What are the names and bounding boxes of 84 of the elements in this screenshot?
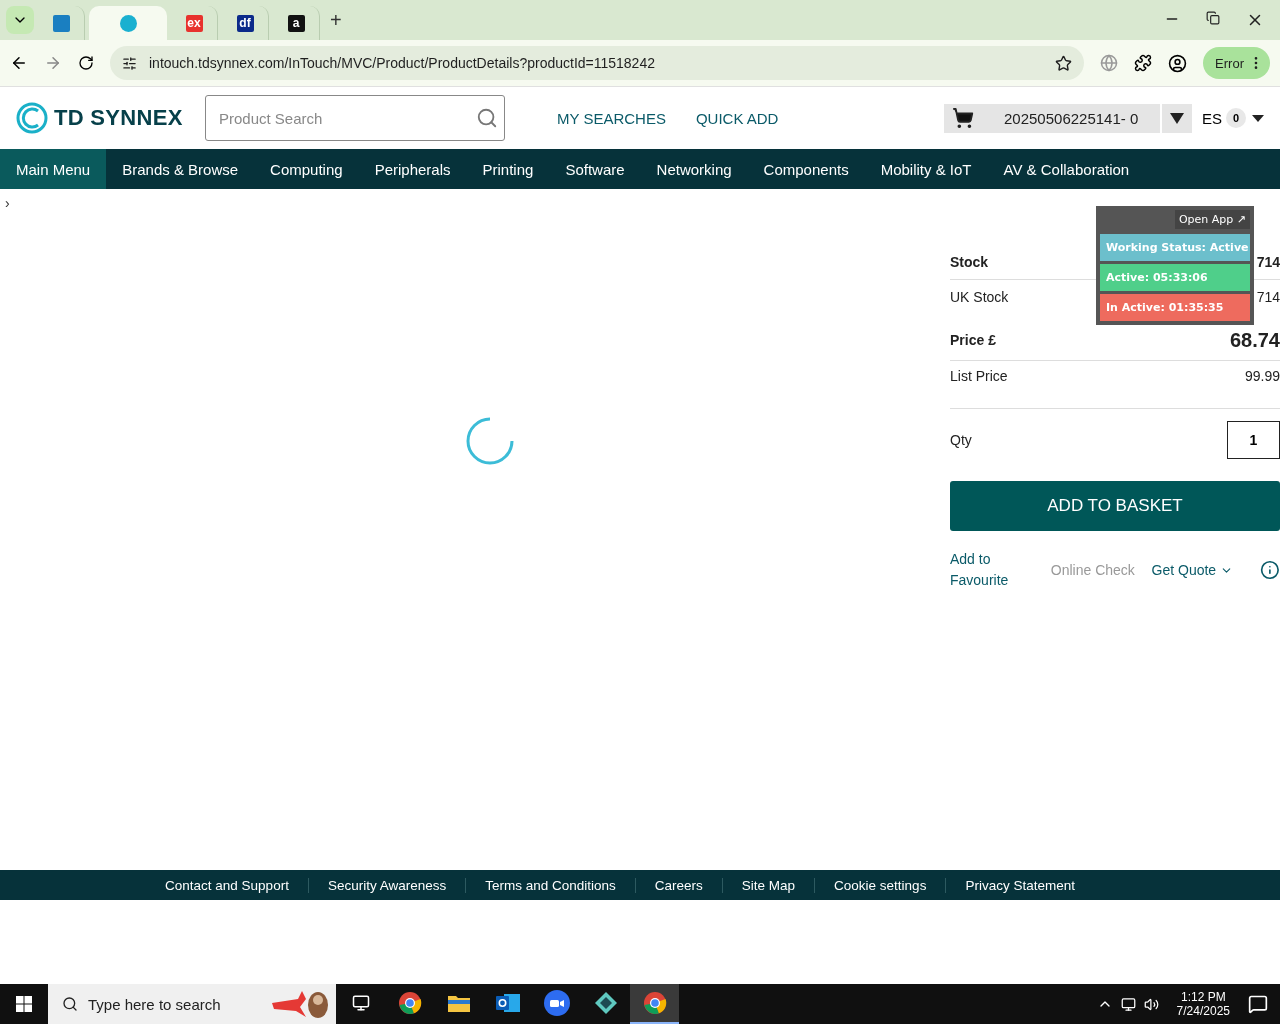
nav-item[interactable]: AV & Collaboration [987, 149, 1146, 189]
caret-icon [1170, 112, 1184, 124]
taskbar-app-button[interactable] [630, 984, 679, 1024]
forward-icon[interactable] [44, 54, 62, 72]
favicon-icon: ex [185, 14, 203, 32]
nav-item[interactable]: Software [549, 149, 641, 189]
favicon-icon: a [287, 14, 305, 32]
diamond-icon [593, 991, 618, 1015]
extensions-icon[interactable] [1134, 54, 1153, 72]
network-icon[interactable] [1120, 996, 1136, 1012]
url-text: intouch.tdsynnex.com/InTouch/MVC/Product/ProductDetails?productId=11518242 [149, 55, 655, 71]
nav-item[interactable]: Networking [640, 149, 748, 189]
nav-item[interactable]: Components [747, 149, 865, 189]
stock-value: 714 [1256, 254, 1280, 270]
status-row: Active: 05:33:06 [1100, 264, 1250, 291]
nav-item[interactable]: Printing [466, 149, 550, 189]
globe-icon[interactable] [1100, 54, 1119, 72]
notifications-icon[interactable] [1248, 994, 1268, 1014]
restore-icon[interactable] [1206, 11, 1220, 25]
footer-link[interactable]: Contact and Support [146, 877, 308, 893]
header-link[interactable]: QUICK ADD [695, 109, 779, 127]
nav-item[interactable]: Brands & Browse [106, 149, 255, 189]
site-settings-icon[interactable] [122, 55, 137, 71]
header-link[interactable]: MY SEARCHES [557, 109, 666, 127]
airplane-drawing [270, 989, 330, 1019]
nav-item[interactable]: Main Menu [0, 149, 107, 189]
action-link[interactable]: Add to Favourite [950, 549, 1051, 591]
profile-status-button[interactable]: Error [1203, 47, 1270, 79]
profile-icon[interactable] [1168, 53, 1188, 73]
reload-icon[interactable] [78, 55, 94, 71]
status-row: In Active: 01:35:35 [1100, 294, 1250, 321]
new-tab-button[interactable]: + [330, 8, 342, 32]
logo-text: TD SYNNEX [54, 105, 183, 131]
address-bar[interactable]: intouch.tdsynnex.com/InTouch/MVC/Product/ProductDetails?productId=11518242 [110, 46, 1085, 80]
nav-item[interactable]: Peripherals [358, 149, 467, 189]
chrome-icon [397, 991, 422, 1015]
back-icon[interactable] [10, 54, 28, 72]
footer-link[interactable]: Site Map [721, 877, 815, 893]
chrome-icon [642, 991, 667, 1015]
windows-icon [16, 996, 32, 1012]
price-value: 68.74 [1229, 328, 1280, 352]
favicon-icon: df [236, 14, 254, 32]
video-app-icon [543, 990, 570, 1016]
count-badge: 0 [1226, 108, 1246, 128]
logo-icon [16, 102, 48, 134]
breadcrumb-toggle[interactable]: › [0, 189, 950, 211]
list-price-value: 99.99 [1244, 368, 1280, 384]
footer-link[interactable]: Privacy Statement [945, 877, 1094, 893]
folder-icon [447, 994, 470, 1012]
basket-id: 20250506225141- 0 [1004, 109, 1139, 127]
open-app-button[interactable]: Open App ↗ [1174, 210, 1250, 229]
nav-item[interactable]: Computing [254, 149, 359, 189]
nav-item[interactable]: Mobility & IoT [864, 149, 988, 189]
list-price-label: List Price [950, 368, 1008, 384]
qty-label: Qty [950, 432, 972, 448]
stock-label: UK Stock [950, 289, 1009, 305]
loading-spinner [466, 416, 514, 465]
cart-icon [952, 107, 974, 129]
tab-list-button[interactable] [6, 6, 34, 34]
basket-selector[interactable]: 20250506225141- 0 [944, 103, 1160, 133]
volume-icon[interactable] [1143, 996, 1159, 1012]
info-icon[interactable] [1260, 560, 1280, 580]
status-row: Working Status: Active [1100, 234, 1250, 261]
task-view-icon [351, 994, 370, 1012]
product-search-field[interactable]: Product Search [205, 95, 505, 141]
search-icon [62, 996, 78, 1012]
language-label[interactable]: ES [1202, 109, 1222, 127]
price-label: Price £ [950, 332, 996, 348]
mail-app-icon [495, 992, 520, 1014]
bookmark-icon[interactable] [1055, 54, 1073, 72]
clock[interactable]: 1:12 PM 7/24/2025 [1176, 990, 1230, 1018]
caret-icon[interactable] [1252, 114, 1264, 122]
stock-value: 714 [1256, 289, 1280, 305]
taskbar-search-field[interactable]: Type here to search [48, 984, 336, 1024]
stock-label: Stock [950, 254, 989, 270]
footer-link[interactable]: Cookie settings [814, 877, 946, 893]
qty-field[interactable]: 1 [1227, 421, 1280, 459]
basket-dropdown-button[interactable] [1162, 103, 1192, 133]
footer-link[interactable]: Terms and Conditions [465, 877, 635, 893]
footer-link[interactable]: Careers [634, 877, 722, 893]
add-to-basket-button[interactable]: ADD TO BASKET [950, 481, 1280, 531]
search-icon[interactable] [476, 107, 498, 129]
footer-link[interactable]: Security Awareness [307, 877, 466, 893]
get-quote-link[interactable]: Get Quote [1151, 562, 1261, 578]
